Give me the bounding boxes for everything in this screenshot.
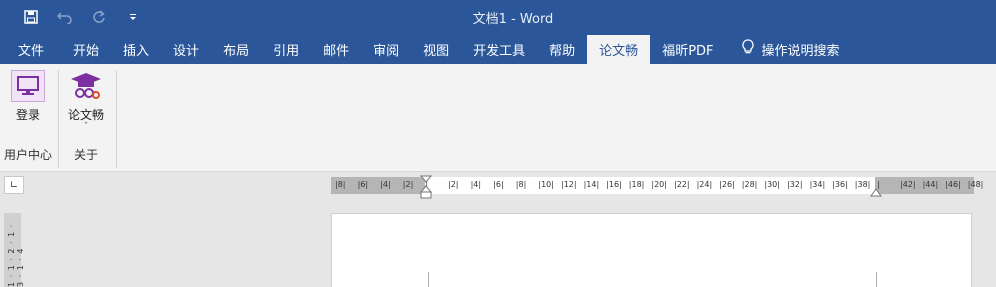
ruler-tick-label: |16| [606,180,622,189]
lunwenchang-label: 论文畅 [68,108,105,122]
vertical-ruler[interactable]: 1 · 1 · 2 · 1 · 3 · 1 · 4 [4,213,25,287]
group-label-about: 关于 [74,148,99,162]
login-label: 登录 [15,108,40,122]
ruler-tick-label: |10| [538,180,554,189]
ruler-tick-label: |2| [402,180,414,189]
ruler-tick-label: |20| [651,180,667,189]
tab-insert[interactable]: 插入 [111,34,161,64]
group-about: 论文畅 ˇ 关于 [59,68,116,168]
ruler-tick-label: |4| [470,180,482,189]
indent-marker-icon[interactable] [420,175,432,199]
tell-me-search[interactable]: 操作说明搜索 [726,34,852,64]
tab-home[interactable]: 开始 [61,34,111,64]
ruler-tick-label: |36| [832,180,848,189]
tab-foxit-pdf[interactable]: 福昕PDF [650,34,725,64]
tab-references[interactable]: 引用 [261,34,311,64]
tab-stop-icon[interactable]: ∟ [4,176,24,194]
title-bar: 文档1 - Word [0,0,996,34]
ruler-tick-label: |6| [357,180,369,189]
ruler-tick-label: |26| [719,180,735,189]
ruler-tick-label: |34| [809,180,826,189]
ruler-area: ∟ |8| |6| |4| |2| | |2| |4| |6| |8| |10| |12| |14| |… [0,172,996,202]
horizontal-ruler[interactable]: |8| |6| |4| |2| | |2| |4| |6| |8| |10| |12| |14| |16… [331,175,983,199]
ruler-tick-label: |30| [764,180,780,189]
tab-review[interactable]: 审阅 [361,34,411,64]
crop-mark [876,272,877,287]
document-page[interactable] [331,213,972,287]
ruler-tick-label: |42| [900,180,916,189]
tell-me-label: 操作说明搜索 [761,43,840,59]
window-title: 文档1 - Word [472,12,554,27]
lunwenchang-button[interactable]: 论文畅 ˇ [68,70,105,132]
ruler-tick-label: |18| [628,180,645,189]
ruler-tick-label: |22| [674,180,690,189]
tab-design[interactable]: 设计 [161,34,211,64]
ruler-tick-label: |2| [448,180,459,189]
ruler-tick-label: |8| [335,180,346,189]
tab-file[interactable]: 文件 [0,34,61,64]
tab-layout[interactable]: 布局 [211,34,261,64]
ruler-tick-label: |12| [561,180,577,189]
graduation-cap-icon [69,70,103,102]
tab-developer[interactable]: 开发工具 [461,34,537,64]
ruler-tick-label: |46| [945,180,961,189]
group-label-user-center: 用户中心 [4,148,53,162]
tab-view[interactable]: 视图 [411,34,461,64]
lightbulb-icon [741,39,754,59]
ribbon: 登录 用户中心 论文畅 ˇ 关于 [0,64,996,172]
ruler-tick-label: |38| [854,180,871,189]
ribbon-tabs: 文件 开始 插入 设计 布局 引用 邮件 审阅 视图 开发工具 帮助 论文畅 福… [0,34,996,64]
ruler-tick-label: |24| [696,180,713,189]
chevron-down-icon: ˇ [83,122,89,132]
ruler-tick-label: |6| [493,180,504,189]
ruler-tick-label: |14| [583,180,600,189]
tab-lunwenchang[interactable]: 论文畅 [587,35,651,64]
ruler-tick-label: |8| [515,180,527,189]
ruler-tick-label: |4| [380,180,391,189]
ruler-tick-label: |48| [967,180,984,189]
monitor-icon [11,70,45,102]
ruler-tick-label: |44| [922,180,939,189]
crop-mark [428,272,429,287]
group-user-center: 登录 用户中心 [0,68,58,168]
login-button[interactable]: 登录 [11,70,45,123]
ruler-tick-label: |32| [787,180,803,189]
ruler-tick-label: |28| [741,180,758,189]
right-indent-marker-icon[interactable] [870,187,882,197]
tab-mailings[interactable]: 邮件 [311,34,361,64]
vertical-ruler-ticks: 1 · 1 · 2 · 1 · 3 · 1 · 4 [7,223,25,287]
tab-help[interactable]: 帮助 [537,34,587,64]
group-divider [116,70,117,168]
